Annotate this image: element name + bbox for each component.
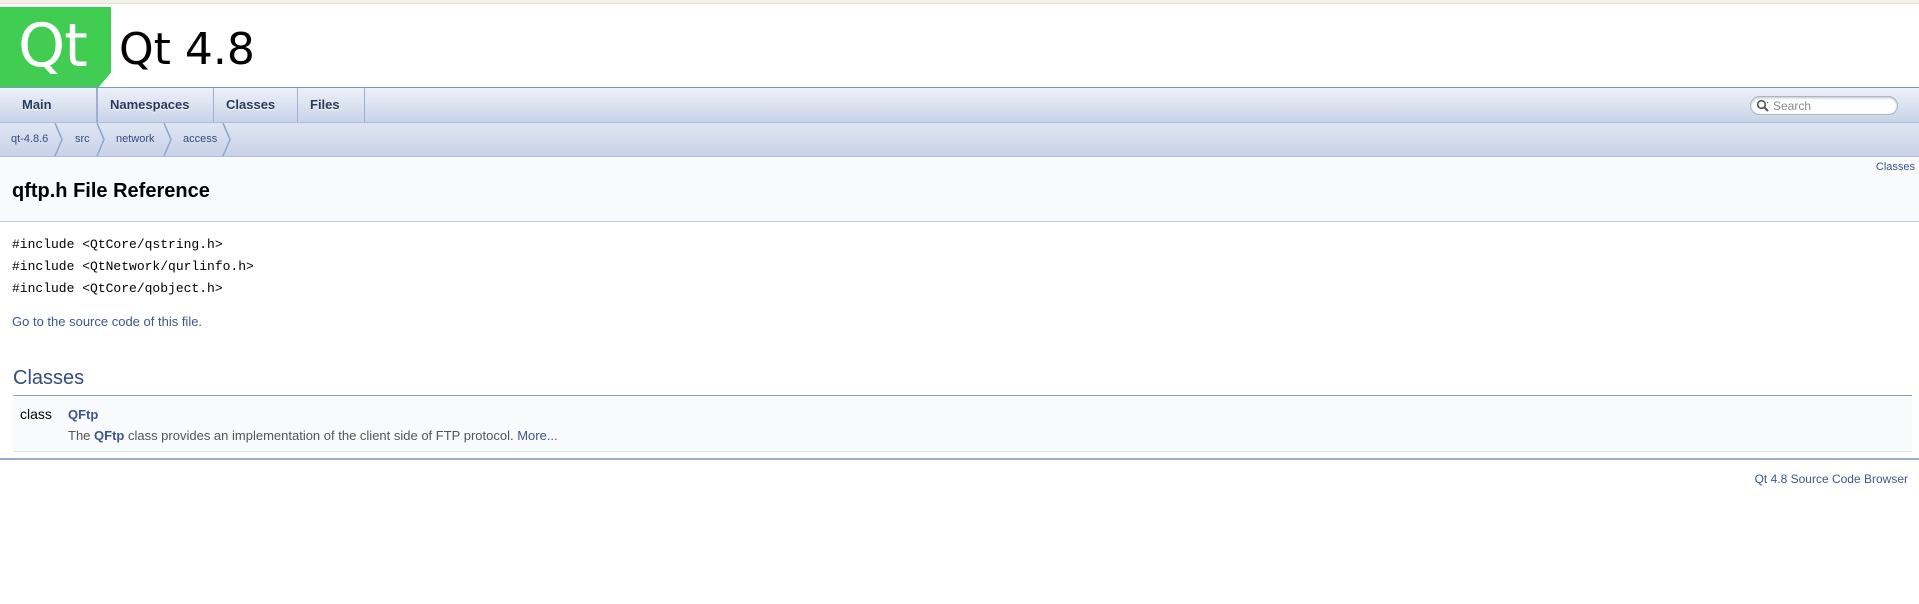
member-description: The QFtp class provides an implementatio…	[68, 428, 558, 443]
include-line: #include <QtCore/qobject.h>	[12, 281, 223, 296]
include-line: #include <QtNetwork/qurlinfo.h>	[12, 259, 254, 274]
page-title: qftp.h File Reference	[12, 180, 210, 202]
more-link[interactable]: More...	[517, 428, 557, 443]
member-name-link[interactable]: QFtp	[68, 407, 98, 422]
source-code-link[interactable]: Go to the source code of this file.	[12, 314, 202, 329]
include-list: #include <QtCore/qstring.h> #include <Qt…	[12, 234, 254, 300]
search-input[interactable]	[1773, 98, 1891, 113]
logo-text: Qt	[18, 11, 88, 81]
section-divider	[13, 395, 1912, 396]
include-line: #include <QtCore/qstring.h>	[12, 237, 223, 252]
member-desc-class-link[interactable]: QFtp	[94, 428, 124, 443]
breadcrumb-item-access[interactable]: access	[183, 123, 217, 156]
main-navbar: Main Page Namespaces Classes Files	[0, 87, 1919, 146]
breadcrumb-item-src[interactable]: src	[75, 123, 90, 156]
classes-section-title: Classes	[13, 367, 85, 389]
member-kind: class	[20, 406, 52, 422]
breadcrumb-item-qt[interactable]: qt-4.8.6	[11, 123, 48, 156]
nav-namespaces[interactable]: Namespaces	[97, 88, 214, 142]
nav-namespaces-label: Namespaces	[110, 97, 190, 112]
title-area: Classes qftp.h File Reference	[0, 157, 1919, 222]
page-header: Qt Qt 4.8	[0, 4, 1919, 91]
summary-classes-link[interactable]: Classes	[1876, 161, 1915, 173]
project-name: Qt 4.8	[119, 24, 255, 75]
search-icon[interactable]	[1756, 99, 1770, 112]
nav-main-page[interactable]: Main Page	[10, 88, 97, 146]
breadcrumb-separator-icon	[222, 123, 231, 156]
class-member-row: class QFtp The QFtp class provides an im…	[13, 398, 1912, 452]
footer-divider	[0, 458, 1919, 460]
search-box[interactable]	[1750, 96, 1898, 115]
breadcrumb-separator-icon	[163, 123, 172, 156]
nav-classes[interactable]: Classes	[214, 88, 298, 142]
breadcrumb-separator-icon	[96, 123, 105, 156]
nav-files-label: Files	[310, 97, 340, 112]
nav-files[interactable]: Files	[298, 88, 365, 142]
member-desc-prefix: The	[68, 428, 95, 443]
breadcrumb-separator-icon	[54, 123, 63, 156]
member-desc-text: class provides an implementation of the …	[124, 428, 518, 443]
breadcrumb: qt-4.8.6 src network access	[0, 123, 1919, 157]
breadcrumb-item-network[interactable]: network	[116, 123, 155, 156]
qt-logo[interactable]: Qt	[0, 7, 111, 91]
nav-classes-label: Classes	[226, 97, 276, 112]
footer-browser-link[interactable]: Qt 4.8 Source Code Browser	[1755, 472, 1908, 486]
